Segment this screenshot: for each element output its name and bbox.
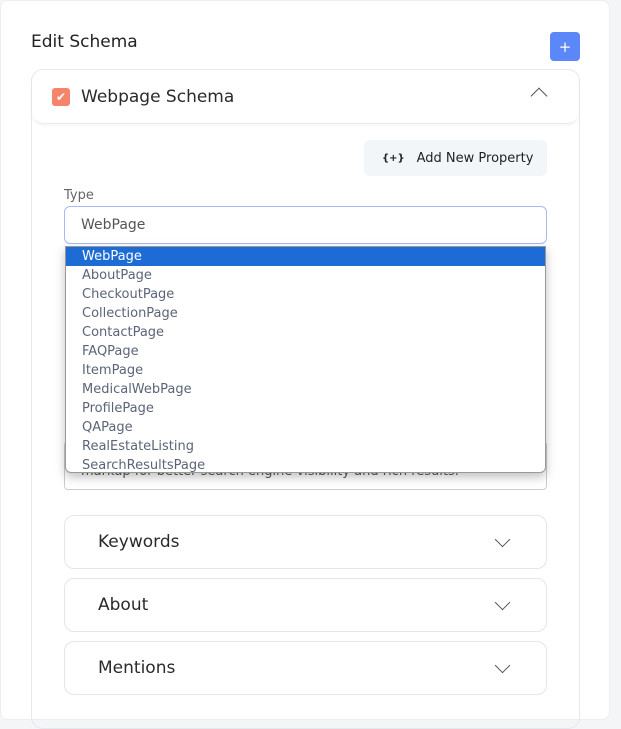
dropdown-option[interactable]: MedicalWebPage (66, 380, 545, 399)
add-new-property-button[interactable]: {+} Add New Property (364, 140, 547, 176)
dropdown-option[interactable]: SearchResultsPage (66, 456, 545, 472)
page-title: Edit Schema (31, 32, 138, 52)
braces-plus-icon: {+} (382, 152, 405, 164)
type-dropdown-list: WebPage AboutPage CheckoutPage CollectionPa… (65, 246, 546, 473)
edit-schema-panel: Edit Schema + ✔ Webpage Schema {+} Add N… (0, 0, 610, 729)
type-select[interactable]: WebPage (64, 206, 547, 244)
section-about[interactable]: About (64, 578, 547, 632)
dropdown-option[interactable]: ProfilePage (66, 399, 545, 418)
dropdown-option[interactable]: RealEstateListing (66, 437, 545, 456)
schema-checkbox[interactable]: ✔ (52, 87, 70, 106)
dropdown-option[interactable]: CheckoutPage (66, 285, 545, 304)
chevron-down-icon[interactable] (494, 531, 511, 548)
add-property-label: Add New Property (416, 150, 534, 166)
dropdown-option[interactable]: AboutPage (66, 266, 545, 285)
section-keywords[interactable]: Keywords (64, 515, 547, 569)
chevron-up-icon[interactable] (530, 87, 548, 105)
dropdown-option[interactable]: ContactPage (66, 323, 545, 342)
accordion-header[interactable]: ✔ Webpage Schema (32, 70, 579, 124)
section-label: Mentions (98, 658, 176, 678)
accordion-title: Webpage Schema (81, 86, 235, 107)
section-label: Keywords (98, 532, 180, 552)
dropdown-option[interactable]: FAQPage (66, 342, 545, 361)
dropdown-option[interactable]: WebPage (66, 247, 545, 266)
add-schema-button[interactable]: + (550, 32, 580, 61)
section-label: About (98, 595, 149, 615)
type-label: Type (64, 188, 94, 203)
chevron-down-icon[interactable] (494, 594, 511, 611)
dropdown-option[interactable]: CollectionPage (66, 304, 545, 323)
dropdown-option[interactable]: ItemPage (66, 361, 545, 380)
section-mentions[interactable]: Mentions (64, 641, 547, 695)
chevron-down-icon[interactable] (494, 657, 511, 674)
dropdown-option[interactable]: QAPage (66, 418, 545, 437)
